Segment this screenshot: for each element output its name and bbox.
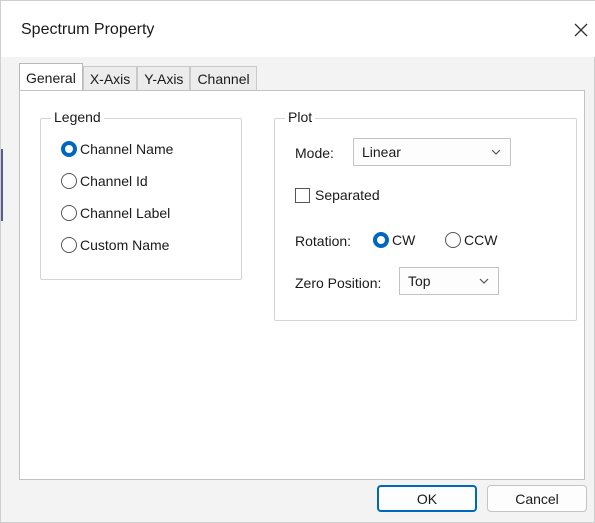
radio-cw[interactable] bbox=[373, 232, 389, 248]
tab-x-axis[interactable]: X-Axis bbox=[82, 66, 138, 91]
chevron-down-icon bbox=[491, 149, 501, 155]
separated-checkbox[interactable] bbox=[295, 187, 310, 203]
legend-group-label: Legend bbox=[51, 109, 104, 125]
legend-option-channel-label[interactable]: Channel Label bbox=[61, 205, 170, 221]
radio-channel-label[interactable] bbox=[61, 205, 77, 221]
radio-ccw[interactable] bbox=[445, 232, 461, 248]
rotation-option-label: CCW bbox=[464, 232, 498, 248]
mode-label: Mode: bbox=[295, 145, 334, 161]
plot-group-label: Plot bbox=[285, 109, 316, 125]
cancel-button[interactable]: Cancel bbox=[487, 485, 587, 512]
general-tab-panel: Legend Channel Name Channel Id Channel L… bbox=[19, 90, 585, 480]
legend-option-channel-name[interactable]: Channel Name bbox=[61, 141, 173, 157]
rotation-option-label: CW bbox=[392, 232, 416, 248]
rotation-option-ccw[interactable]: CCW bbox=[445, 232, 497, 248]
chevron-down-icon bbox=[479, 278, 489, 284]
radio-custom-name[interactable] bbox=[61, 237, 77, 253]
mode-select-value: Linear bbox=[362, 144, 401, 160]
separated-checkbox-row[interactable]: Separated bbox=[295, 187, 380, 203]
legend-option-label: Channel Id bbox=[80, 173, 148, 189]
ok-button[interactable]: OK bbox=[377, 485, 477, 512]
window-title: Spectrum Property bbox=[21, 21, 155, 38]
plot-group: Plot Mode: Linear Separated Rotation: CW… bbox=[274, 109, 577, 321]
close-button[interactable] bbox=[566, 15, 595, 45]
background-window-edge bbox=[1, 149, 3, 221]
zero-position-value: Top bbox=[408, 273, 431, 289]
title-bar: Spectrum Property bbox=[1, 1, 595, 57]
radio-channel-id[interactable] bbox=[61, 173, 77, 189]
rotation-label: Rotation: bbox=[295, 233, 352, 249]
legend-group: Legend Channel Name Channel Id Channel L… bbox=[40, 109, 242, 280]
spectrum-property-dialog: Spectrum Property General X-Axis Y-Axis … bbox=[0, 0, 595, 523]
tab-general[interactable]: General bbox=[19, 63, 83, 91]
legend-option-label: Channel Name bbox=[80, 141, 174, 157]
legend-option-label: Custom Name bbox=[80, 237, 170, 253]
zero-position-label: Zero Position: bbox=[295, 275, 382, 291]
radio-channel-name[interactable] bbox=[61, 141, 77, 157]
separated-label: Separated bbox=[315, 187, 380, 203]
legend-option-custom-name[interactable]: Custom Name bbox=[61, 237, 169, 253]
zero-position-select[interactable]: Top bbox=[399, 267, 499, 295]
tab-strip: General X-Axis Y-Axis Channel bbox=[19, 63, 257, 91]
legend-option-label: Channel Label bbox=[80, 205, 171, 221]
close-icon bbox=[574, 23, 588, 37]
legend-option-channel-id[interactable]: Channel Id bbox=[61, 173, 148, 189]
tab-channel[interactable]: Channel bbox=[190, 66, 257, 91]
tab-y-axis[interactable]: Y-Axis bbox=[137, 66, 191, 91]
mode-select[interactable]: Linear bbox=[353, 138, 511, 166]
rotation-option-cw[interactable]: CW bbox=[373, 232, 415, 248]
